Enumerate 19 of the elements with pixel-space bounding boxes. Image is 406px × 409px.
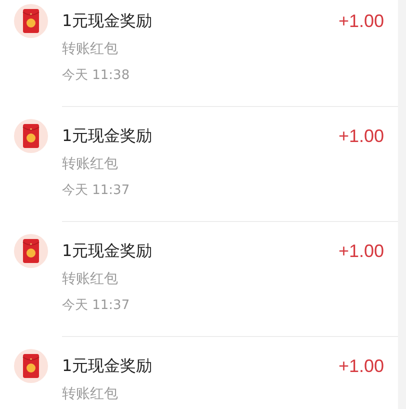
amount: +1.00	[338, 125, 384, 147]
envelope-icon	[14, 4, 48, 38]
envelope-icon	[14, 234, 48, 268]
envelope-icon	[14, 119, 48, 153]
transaction-type: 转账红包	[62, 385, 119, 404]
transaction-title: 1元现金奖励	[62, 10, 152, 32]
transaction-type: 转账红包	[62, 270, 119, 289]
transaction-type: 转账红包	[62, 155, 119, 174]
transaction-type: 转账红包	[62, 40, 119, 59]
envelope-icon	[14, 349, 48, 383]
transaction-title: 1元现金奖励	[62, 125, 152, 147]
transaction-title: 1元现金奖励	[62, 355, 152, 377]
transaction-time: 今天 11:38	[62, 67, 131, 85]
transaction-time: 今天 11:37	[62, 297, 131, 315]
amount: +1.00	[338, 240, 384, 262]
transaction-title: 1元现金奖励	[62, 240, 152, 262]
amount: +1.00	[338, 355, 384, 377]
amount: +1.00	[338, 10, 384, 32]
transaction-time: 今天 11:37	[62, 182, 131, 200]
